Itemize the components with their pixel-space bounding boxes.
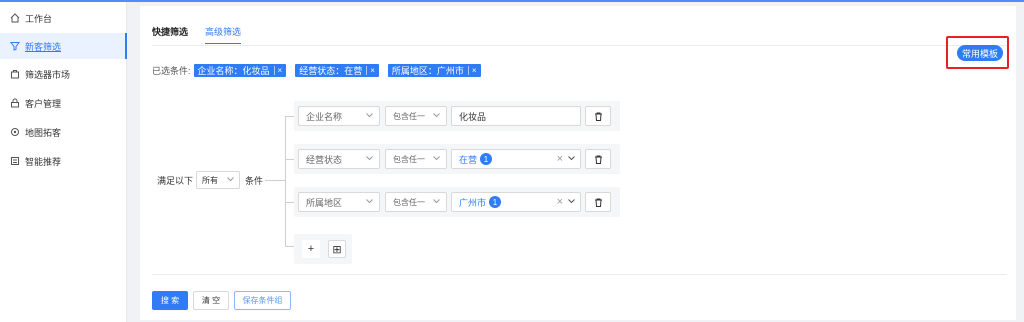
condition-row: 经营状态 包含任一 在营 1 × [294, 144, 620, 174]
recommend-icon [9, 155, 21, 167]
chevron-down-icon [366, 156, 373, 161]
actions-divider [152, 274, 1007, 275]
map-icon [9, 126, 21, 138]
top-accent-bar [0, 0, 1024, 2]
condition-field-select[interactable]: 经营状态 [298, 149, 380, 169]
clear-button[interactable]: 清 空 [193, 291, 229, 310]
condition-operator-select[interactable]: 包含任一 [385, 192, 447, 212]
selected-chip: 企业名称：化妆品 × [193, 63, 287, 77]
chip-text: 企业名称：化妆品 [197, 65, 270, 76]
selected-value-tag: 在营 1 [459, 153, 493, 166]
clear-icon[interactable]: × [557, 196, 563, 208]
add-controls: + ⊞ [294, 234, 352, 264]
selected-conditions: 已选条件: 企业名称：化妆品 × 经营状态：在营 × 所属地区：广州市 × [152, 63, 490, 77]
sidebar-item-label: 客户管理 [25, 98, 62, 109]
chip-close-icon[interactable]: × [273, 65, 282, 75]
chip-close-icon[interactable]: × [467, 65, 477, 75]
operator-value: 包含任一 [393, 197, 425, 207]
filter-icon [9, 40, 21, 52]
sidebar-item-smart-recommend[interactable]: 智能推荐 [0, 148, 127, 174]
operator-value: 包含任一 [393, 154, 425, 164]
sidebar-item-customer-management[interactable]: 客户管理 [0, 90, 127, 116]
condition-field-select[interactable]: 所属地区 [298, 192, 380, 212]
chip-close-icon[interactable]: × [366, 65, 375, 75]
sidebar-item-workbench[interactable]: 工作台 [0, 5, 127, 31]
chevron-down-icon [366, 199, 373, 204]
count-badge: 1 [480, 153, 493, 165]
chevron-down-icon [433, 113, 440, 118]
lock-icon [9, 97, 21, 109]
sidebar-item-label: 新客筛选 [25, 41, 62, 52]
trash-icon [594, 198, 602, 207]
sidebar-item-map-expansion[interactable]: 地图拓客 [0, 119, 127, 145]
tree-connector [265, 180, 285, 181]
condition-row: 所属地区 包含任一 广州市 1 × [294, 187, 620, 217]
filter-tabs: 快捷筛选 高级筛选 [152, 18, 452, 46]
delete-condition-button[interactable] [585, 106, 611, 126]
field-value: 所属地区 [306, 197, 343, 208]
match-mode-value: 所有 [202, 175, 218, 185]
chevron-down-icon [433, 199, 440, 204]
clear-icon[interactable]: × [557, 153, 563, 165]
value-text: 化妆品 [459, 111, 487, 122]
selected-chip: 经营状态：在营 × [295, 63, 379, 77]
filter-card: 快捷筛选 高级筛选 常用模板 已选条件: 企业名称：化妆品 × 经营状态：在营 … [140, 6, 1016, 320]
chevron-down-icon [366, 113, 373, 118]
value-text: 在营 [459, 154, 478, 165]
chevron-down-icon [227, 177, 234, 182]
condition-value-input[interactable]: 化妆品 [451, 106, 581, 126]
tree-connector [285, 116, 286, 246]
sidebar-item-label: 工作台 [25, 13, 53, 24]
tree-connector [285, 246, 294, 247]
match-mode-select[interactable]: 所有 [196, 171, 240, 189]
match-prefix-label: 满足以下 [157, 176, 194, 186]
condition-field-select[interactable]: 企业名称 [298, 106, 380, 126]
chevron-down-icon [433, 156, 440, 161]
trash-icon [594, 155, 602, 164]
chip-text: 经营状态：在营 [299, 65, 363, 76]
add-group-button[interactable]: ⊞ [328, 240, 346, 258]
field-value: 企业名称 [306, 111, 343, 122]
common-template-button[interactable]: 常用模板 [957, 45, 1003, 61]
sidebar-item-filter-market[interactable]: 筛选器市场 [0, 61, 127, 87]
tree-connector [285, 116, 294, 117]
condition-operator-select[interactable]: 包含任一 [385, 149, 447, 169]
tab-advanced-filter[interactable]: 高级筛选 [205, 18, 242, 44]
chevron-down-icon [568, 156, 575, 161]
delete-condition-button[interactable] [585, 192, 611, 212]
sidebar-item-label: 地图拓客 [25, 127, 62, 138]
delete-condition-button[interactable] [585, 149, 611, 169]
count-badge: 1 [489, 196, 502, 208]
sidebar: 工作台 新客筛选 筛选器市场 客户管理 地图拓客 智能推荐 [0, 2, 127, 322]
match-suffix-label: 条件 [245, 176, 264, 186]
condition-row: 企业名称 包含任一 化妆品 [294, 101, 620, 131]
tree-connector [285, 159, 294, 160]
search-button[interactable]: 搜 索 [152, 291, 188, 310]
chip-text: 所属地区：广州市 [391, 65, 464, 76]
condition-operator-select[interactable]: 包含任一 [385, 106, 447, 126]
sidebar-item-new-customer-filter[interactable]: 新客筛选 [0, 33, 127, 59]
condition-value-select[interactable]: 在营 1 × [451, 149, 581, 169]
sidebar-item-label: 筛选器市场 [25, 69, 71, 80]
value-text: 广州市 [459, 197, 487, 208]
tab-quick-filter[interactable]: 快捷筛选 [152, 18, 188, 44]
field-value: 经营状态 [306, 154, 343, 165]
operator-value: 包含任一 [393, 111, 425, 121]
add-condition-button[interactable]: + [302, 240, 320, 258]
tabs-divider [152, 45, 1007, 46]
chevron-down-icon [568, 199, 575, 204]
selected-chip: 所属地区：广州市 × [387, 63, 481, 77]
save-condition-group-button[interactable]: 保存条件组 [234, 291, 291, 310]
template-highlight-box: 常用模板 [946, 36, 1009, 69]
tree-connector [285, 202, 294, 203]
shop-icon [9, 68, 21, 80]
condition-value-select[interactable]: 广州市 1 × [451, 192, 581, 212]
selected-conditions-label: 已选条件: [152, 65, 191, 76]
trash-icon [594, 112, 602, 121]
home-icon [9, 12, 21, 24]
selected-value-tag: 广州市 1 [459, 196, 502, 209]
sidebar-item-label: 智能推荐 [25, 156, 62, 167]
